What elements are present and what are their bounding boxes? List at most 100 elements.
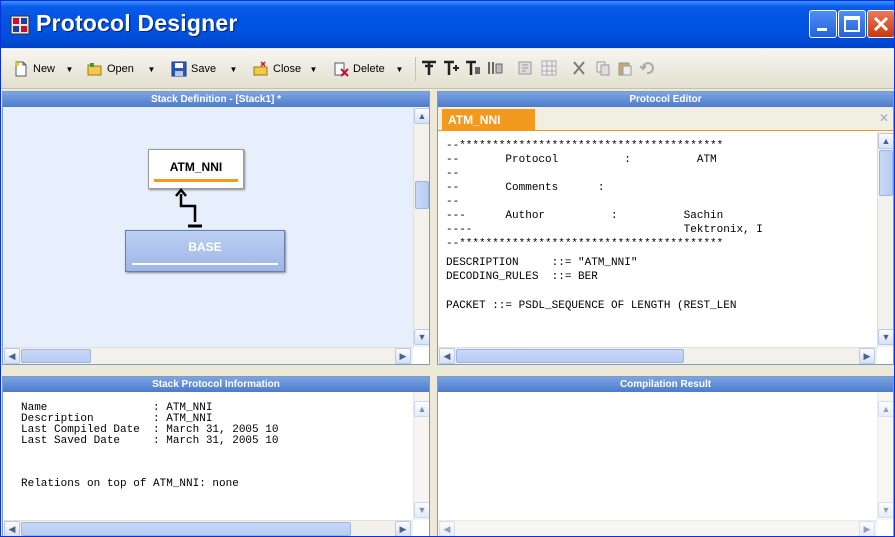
- undo-icon[interactable]: [639, 60, 655, 76]
- close-dropdown-arrow[interactable]: ▼: [309, 63, 318, 76]
- open-button[interactable]: Open: [87, 59, 134, 79]
- compilation-result-text[interactable]: [438, 392, 877, 520]
- editor-horizontal-scrollbar[interactable]: ◀ ▶: [438, 347, 877, 364]
- stack-node-label: ATM_NNI: [169, 160, 223, 174]
- editor-vertical-scrollbar[interactable]: ▲ ▼: [877, 132, 893, 347]
- close-button[interactable]: Close: [253, 59, 301, 79]
- scroll-down-icon[interactable]: ▼: [414, 502, 429, 518]
- code-line: PACKET ::= PSDL_SEQUENCE OF LENGTH (REST…: [446, 300, 737, 312]
- delete-label: Delete: [353, 63, 385, 75]
- open-folder-icon: [87, 63, 102, 76]
- maximize-icon: [844, 16, 860, 32]
- stack-node-underline: [154, 179, 238, 182]
- stack-vertical-scrollbar[interactable]: ▲ ▼: [413, 107, 429, 347]
- copy-icon[interactable]: [595, 60, 611, 76]
- info-line: Last Saved Date : March 31, 2005 10: [21, 435, 279, 447]
- filter-edit-icon[interactable]: [465, 60, 481, 76]
- delete-button[interactable]: Delete: [333, 59, 385, 79]
- close-label: Close: [273, 63, 302, 75]
- stack-definition-pane: Stack Definition - [Stack1] * ATM_NNI BA…: [2, 91, 430, 365]
- close-icon: [873, 16, 889, 32]
- code-line: -- Protocol : ATM: [446, 154, 717, 166]
- close-window-button[interactable]: [867, 10, 894, 38]
- scroll-left-icon[interactable]: ◀: [439, 348, 455, 364]
- open-label: Open: [107, 63, 134, 75]
- new-label: New: [33, 63, 56, 75]
- scroll-down-icon[interactable]: ▼: [878, 329, 893, 345]
- code-line: ---- Tektronix, I: [446, 224, 763, 236]
- info-horizontal-scrollbar[interactable]: ◀ ▶: [3, 520, 413, 536]
- info-vertical-scrollbar[interactable]: ▲ ▼: [413, 392, 429, 520]
- toolbar-separator: [415, 57, 416, 81]
- code-line: DESCRIPTION ::= "ATM_NNI": [446, 257, 638, 269]
- tab-atm-nni[interactable]: ATM_NNI: [442, 109, 535, 131]
- scroll-up-icon[interactable]: ▲: [414, 108, 429, 124]
- code-line: --**************************************…: [446, 140, 724, 152]
- grid-icon[interactable]: [541, 60, 557, 76]
- new-button[interactable]: New: [13, 59, 55, 79]
- scroll-thumb[interactable]: [21, 522, 351, 536]
- new-dropdown-arrow[interactable]: ▼: [65, 63, 74, 76]
- save-disk-icon: [171, 61, 187, 77]
- toolbar: New ▼ Open ▼ Save ▼ Close ▼ Delete ▼: [1, 49, 894, 89]
- delete-dropdown-arrow[interactable]: ▼: [395, 63, 404, 76]
- protocol-code-editor[interactable]: --**************************************…: [438, 132, 877, 347]
- scroll-thumb[interactable]: [456, 349, 684, 363]
- scroll-right-icon[interactable]: ▶: [859, 348, 875, 364]
- protocol-designer-icon: [10, 15, 30, 35]
- scroll-up-icon[interactable]: ▲: [878, 133, 893, 149]
- code-line: -- Comments :: [446, 182, 605, 194]
- result-horizontal-scrollbar[interactable]: ◀ ▶: [438, 520, 877, 536]
- result-vertical-scrollbar[interactable]: ▲ ▼: [877, 392, 893, 520]
- filter-list-icon[interactable]: [487, 60, 503, 76]
- close-tab-icon[interactable]: ✕: [879, 111, 893, 125]
- compilation-result-header: Compilation Result: [438, 377, 893, 392]
- new-document-icon: [15, 61, 27, 77]
- delete-icon: [334, 62, 349, 77]
- scroll-thumb[interactable]: [21, 349, 91, 363]
- cut-icon[interactable]: [571, 60, 587, 76]
- save-label: Save: [191, 63, 217, 75]
- code-line: --: [446, 196, 460, 208]
- minimize-icon: [817, 28, 827, 31]
- scroll-thumb[interactable]: [879, 150, 893, 196]
- code-line: DECODING_RULES ::= BER: [446, 271, 598, 283]
- protocol-editor-pane: Protocol Editor ATM_NNI ✕ --************…: [437, 91, 894, 365]
- window-title: Protocol Designer: [36, 10, 238, 36]
- info-line: Relations on top of ATM_NNI: none: [21, 478, 239, 490]
- maximize-button[interactable]: [838, 10, 866, 38]
- scroll-left-icon[interactable]: ◀: [439, 521, 455, 536]
- scroll-right-icon[interactable]: ▶: [859, 521, 875, 536]
- app-window: Protocol Designer New ▼ Open ▼ Save ▼ Cl…: [0, 0, 895, 537]
- filter-icon[interactable]: [421, 60, 437, 76]
- save-button[interactable]: Save: [171, 59, 216, 79]
- scroll-left-icon[interactable]: ◀: [4, 521, 20, 536]
- scroll-right-icon[interactable]: ▶: [395, 521, 411, 536]
- title-bar[interactable]: Protocol Designer: [1, 1, 894, 48]
- stack-horizontal-scrollbar[interactable]: ◀ ▶: [3, 347, 413, 364]
- stack-node-base[interactable]: BASE: [125, 230, 285, 272]
- stack-node-atm-nni[interactable]: ATM_NNI: [148, 149, 244, 189]
- scroll-down-icon[interactable]: ▼: [414, 329, 429, 345]
- stack-protocol-info-text[interactable]: Name : ATM_NNI Description : ATM_NNI Las…: [3, 392, 413, 520]
- scroll-up-icon[interactable]: ▲: [414, 401, 429, 417]
- compile-icon[interactable]: [517, 60, 533, 76]
- scroll-left-icon[interactable]: ◀: [4, 348, 20, 364]
- editor-tab-strip: ATM_NNI ✕: [438, 107, 893, 131]
- code-line: --- Author : Sachin: [446, 210, 724, 222]
- open-dropdown-arrow[interactable]: ▼: [147, 63, 156, 76]
- stack-definition-header: Stack Definition - [Stack1] *: [3, 92, 429, 107]
- scroll-right-icon[interactable]: ▶: [395, 348, 411, 364]
- code-line: --: [446, 168, 460, 180]
- filter-add-icon[interactable]: [443, 60, 459, 76]
- scroll-thumb[interactable]: [415, 181, 429, 209]
- save-dropdown-arrow[interactable]: ▼: [229, 63, 238, 76]
- stack-node-underline: [132, 263, 278, 265]
- scroll-down-icon[interactable]: ▼: [878, 502, 893, 518]
- scroll-up-icon[interactable]: ▲: [878, 401, 893, 417]
- compilation-result-pane: Compilation Result ▲ ▼ ◀ ▶: [437, 376, 894, 536]
- protocol-editor-header: Protocol Editor: [438, 92, 893, 107]
- code-line: --**************************************…: [446, 238, 724, 250]
- minimize-button[interactable]: [809, 10, 837, 38]
- paste-icon[interactable]: [617, 60, 633, 76]
